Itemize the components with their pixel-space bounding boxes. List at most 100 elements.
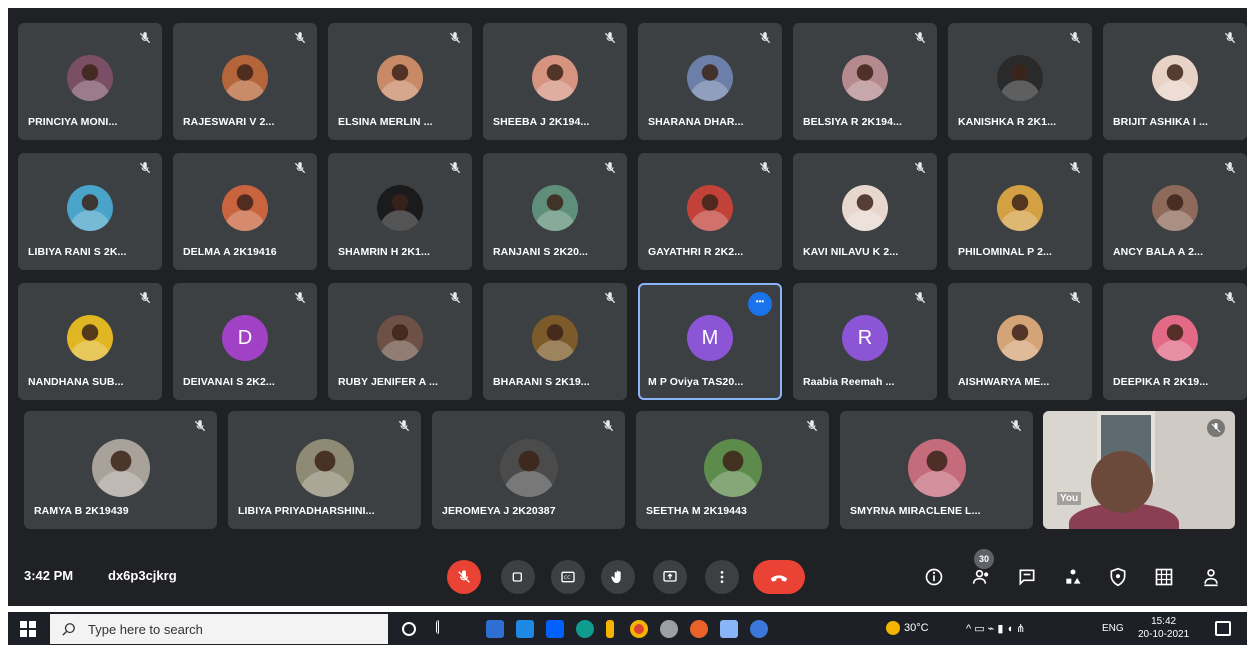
clock-time: 15:42 [1151,616,1177,627]
camera-toggle-button[interactable] [501,560,535,594]
participant-name: KAVI NILAVU K 2... [803,246,899,258]
meeting-details-icon[interactable] [920,563,948,591]
avatar-photo [532,315,578,361]
dropbox-icon[interactable] [546,620,564,638]
participant-tile[interactable]: PHILOMINAL P 2... [948,153,1092,270]
avatar-photo [532,185,578,231]
participant-name: NANDHANA SUB... [28,376,124,388]
participant-tile[interactable]: RUBY JENIFER A ... [328,283,472,400]
participant-tile[interactable]: JEROMEYA J 2K20387 [432,411,625,529]
avatar-photo [377,185,423,231]
participant-tile[interactable]: BRIJIT ASHIKA I ... [1103,23,1247,140]
end-call-button[interactable] [753,560,805,594]
host-controls-icon[interactable] [1104,563,1132,591]
mic-off-icon [601,419,615,433]
participant-tile[interactable]: PRINCIYA MONI... [18,23,162,140]
participant-tile[interactable]: SHARANA DHAR... [638,23,782,140]
participant-tile[interactable]: BELSIYA R 2K194... [793,23,937,140]
raise-hand-button[interactable] [601,560,635,594]
participant-tile[interactable]: KAVI NILAVU K 2... [793,153,937,270]
avatar-photo [907,439,966,497]
participant-tile[interactable]: RAMYA B 2K19439 [24,411,217,529]
participant-tile[interactable]: RANJANI S 2K20... [483,153,627,270]
participant-tile[interactable]: ELSINA MERLIN ... [328,23,472,140]
language-indicator[interactable]: ENG [1102,623,1124,634]
mic-off-icon [138,161,152,175]
participant-name: RAMYA B 2K19439 [34,505,129,517]
meeting-code[interactable]: dx6p3cjkrg [108,568,177,583]
participant-tile[interactable]: SHEEBA J 2K194... [483,23,627,140]
participant-tile[interactable]: LIBIYA PRIYADHARSHINI... [228,411,421,529]
participant-name: ELSINA MERLIN ... [338,116,433,128]
people-icon[interactable]: 30 [968,549,996,591]
attendance-icon[interactable] [1197,563,1225,591]
mic-off-icon [138,291,152,305]
participant-name: LIBIYA RANI S 2K... [28,246,127,258]
mic-off-icon [603,161,617,175]
avatar-photo [222,55,268,101]
windows-start-icon[interactable] [20,621,36,637]
self-view-label: You [1057,492,1082,505]
mail-icon[interactable] [516,620,534,638]
more-options-button[interactable] [705,560,739,594]
file-explorer-icon[interactable] [486,620,504,638]
participant-tile[interactable]: ••• M M P Oviya TAS20... [638,283,782,400]
settings-gear-icon[interactable] [660,620,678,638]
participant-tile[interactable]: SHAMRIN H 2K1... [328,153,472,270]
participant-tile[interactable]: GAYATHRI R 2K2... [638,153,782,270]
chat-icon[interactable] [1013,563,1041,591]
sun-icon [886,621,900,635]
avatar-photo [997,315,1043,361]
present-screen-button[interactable] [653,560,687,594]
participant-tile[interactable]: KANISHKA R 2K1... [948,23,1092,140]
participant-tile[interactable]: AISHWARYA ME... [948,283,1092,400]
clock-date: 20-10-2021 [1138,629,1190,640]
mic-toggle-button[interactable] [447,560,481,594]
mic-off-icon [913,291,927,305]
participant-tile[interactable]: D DEIVANAI S 2K2... [173,283,317,400]
avatar-photo [1152,55,1198,101]
participant-tile[interactable]: R Raabia Reemah ... [793,283,937,400]
participant-tile[interactable]: ANCY BALA A 2... [1103,153,1247,270]
photos-icon[interactable] [720,620,738,638]
participant-name: RANJANI S 2K20... [493,246,589,258]
participant-tile[interactable]: SEETHA M 2K19443 [636,411,829,529]
taskbar-clock[interactable]: 15:42 20-10-2021 [1138,615,1189,641]
self-view-tile[interactable]: You [1043,411,1235,529]
edge-icon[interactable] [576,620,594,638]
captions-button[interactable]: CC [551,560,585,594]
notification-icon[interactable] [1215,621,1231,636]
avatar-photo [997,185,1043,231]
mic-off-icon [913,161,927,175]
avatar-photo [842,185,888,231]
self-mic-off-icon[interactable] [1207,419,1225,437]
cortana-icon[interactable] [402,622,416,636]
avatar-photo [842,55,888,101]
chrome-icon[interactable] [630,620,648,638]
weather-widget[interactable]: 30°C [886,621,929,635]
participant-tile[interactable]: NANDHANA SUB... [18,283,162,400]
participant-tile[interactable]: DELMA A 2K19416 [173,153,317,270]
participant-name: KANISHKA R 2K1... [958,116,1057,128]
taskbar-search-box[interactable]: Type here to search [50,614,388,644]
mic-off-icon [448,31,462,45]
system-tray-icons[interactable]: ^ ▭ ⌁ ▮ ◖ ⋔ [966,622,1025,635]
participant-tile[interactable]: SMYRNA MIRACLENE L... [840,411,1033,529]
grid-layout-icon[interactable] [1150,563,1178,591]
task-view-icon[interactable] [436,620,448,634]
winamp-icon[interactable] [606,620,614,638]
mic-off-icon [138,31,152,45]
participant-tile[interactable]: RAJESWARI V 2... [173,23,317,140]
search-icon [62,623,75,636]
participant-tile[interactable]: DEEPIKA R 2K19... [1103,283,1247,400]
more-options-icon[interactable]: ••• [748,292,772,316]
help-icon[interactable] [750,620,768,638]
avatar-initial: D [222,315,268,361]
windows-taskbar: Type here to search 30°C ^ ▭ ⌁ ▮ ◖ ⋔ ENG… [8,612,1247,645]
participant-tile[interactable]: LIBIYA RANI S 2K... [18,153,162,270]
mic-off-icon [1009,419,1023,433]
participant-tile[interactable]: BHARANI S 2K19... [483,283,627,400]
avatar-photo [1152,185,1198,231]
activities-icon[interactable] [1059,563,1087,591]
office-icon[interactable] [690,620,708,638]
